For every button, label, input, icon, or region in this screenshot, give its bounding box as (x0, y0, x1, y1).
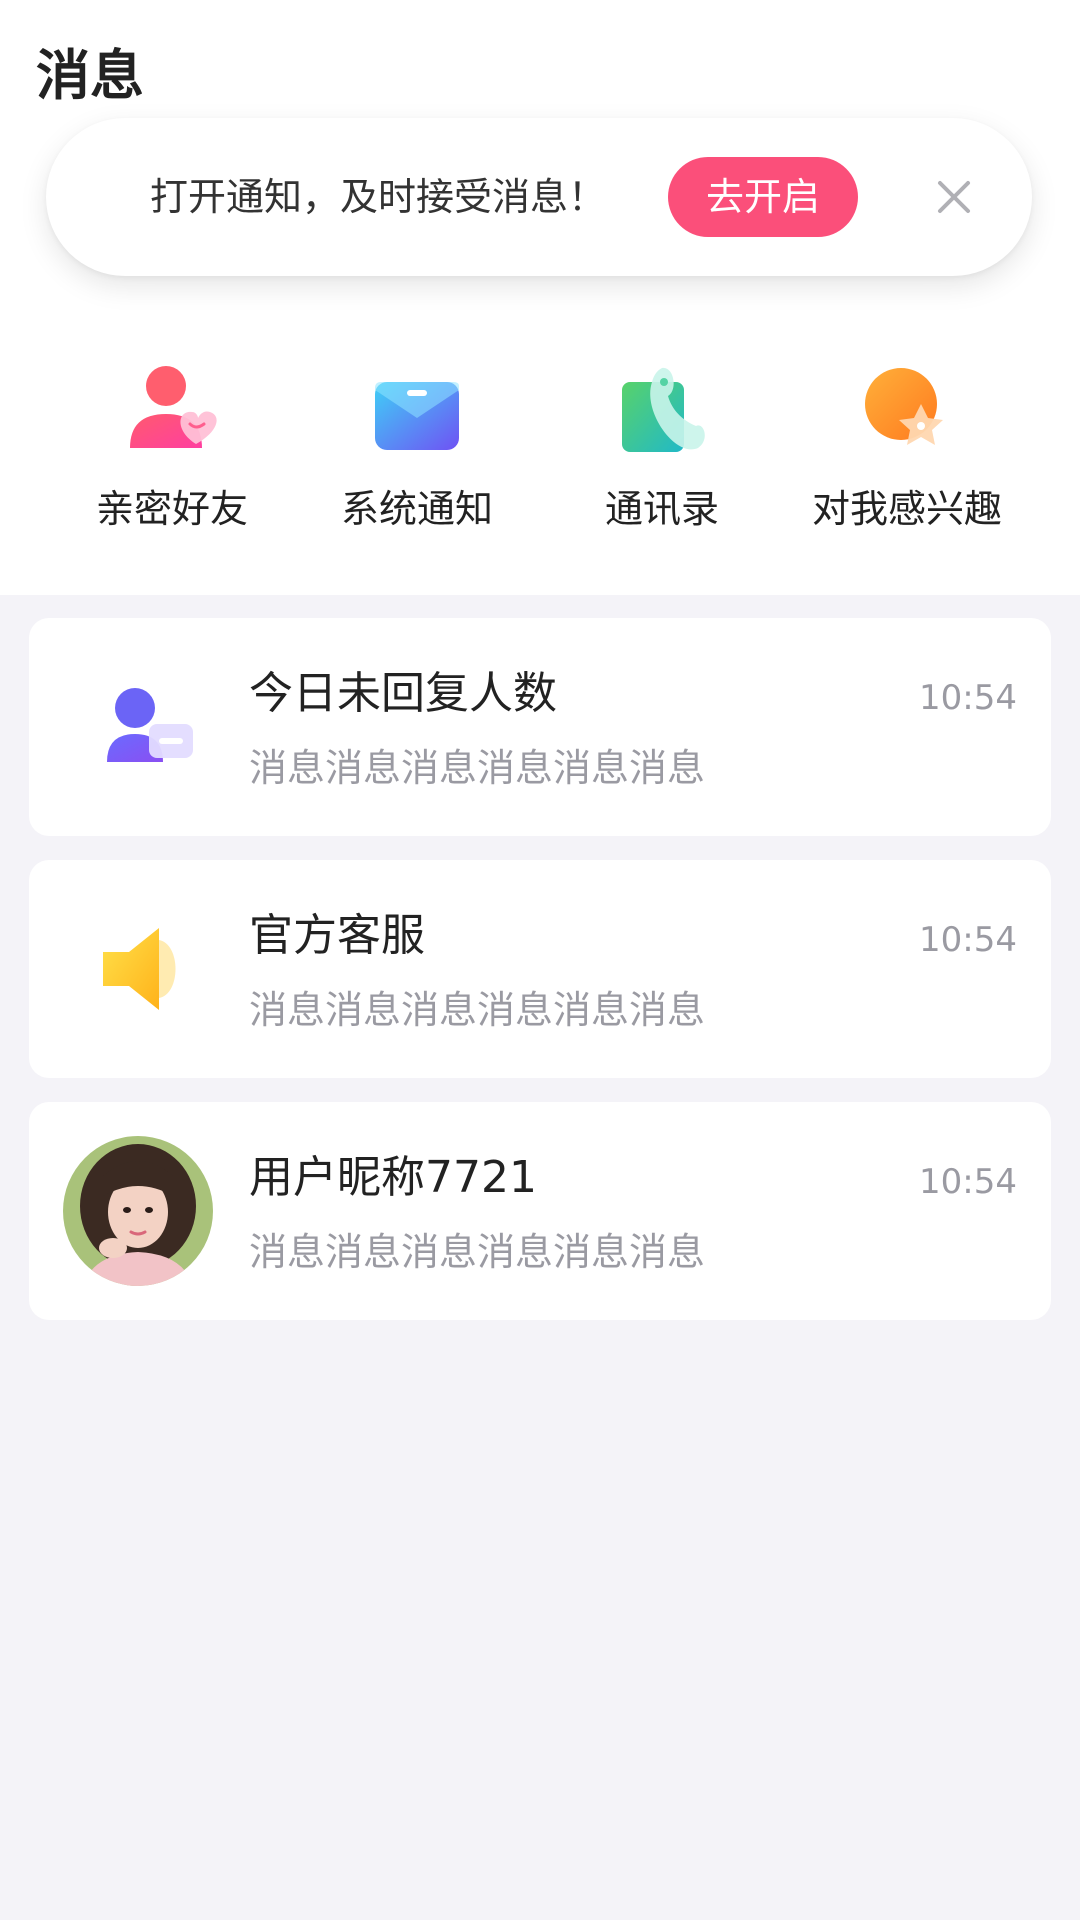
page-title: 消息 (36, 44, 144, 107)
star-interest-icon (857, 360, 957, 460)
list-item[interactable]: 官方客服 消息消息消息消息消息消息 10:54 (29, 860, 1051, 1078)
shortcut-system-notification[interactable]: 系统通知 (282, 360, 552, 560)
conversation-name: 官方客服 (249, 910, 425, 961)
shortcut-grid: 亲密好友 系统通知 通讯录 对我感兴趣 (0, 360, 1080, 560)
envelope-icon (367, 360, 467, 460)
conversation-preview: 消息消息消息消息消息消息 (249, 1230, 706, 1274)
shortcut-contacts[interactable]: 通讯录 (527, 360, 797, 560)
user-chat-icon (63, 652, 213, 802)
conversation-preview: 消息消息消息消息消息消息 (249, 988, 706, 1032)
notification-banner-text: 打开通知，及时接受消息！ (150, 175, 607, 219)
list-item[interactable]: 用户昵称7721 消息消息消息消息消息消息 10:54 (29, 1102, 1051, 1320)
conversation-name: 今日未回复人数 (249, 668, 557, 719)
shortcut-label: 亲密好友 (95, 487, 248, 531)
shortcut-label: 对我感兴趣 (811, 487, 1002, 531)
shortcut-intimate-friends[interactable]: 亲密好友 (37, 360, 307, 560)
shortcut-interested-in-me[interactable]: 对我感兴趣 (772, 360, 1042, 560)
speaker-icon (63, 894, 213, 1044)
shortcut-label: 通讯录 (604, 487, 719, 531)
contacts-phone-icon (612, 360, 712, 460)
conversation-time: 10:54 (919, 920, 1017, 960)
close-icon[interactable] (924, 167, 984, 227)
intimate-friends-icon (122, 360, 222, 460)
shortcut-label: 系统通知 (340, 487, 493, 531)
notification-banner: 打开通知，及时接受消息！ 去开启 (46, 118, 1032, 276)
enable-notifications-button[interactable]: 去开启 (668, 157, 858, 237)
conversation-time: 10:54 (919, 1162, 1017, 1202)
top-section: 消息 打开通知，及时接受消息！ 去开启 亲密好友 系统通知 通讯录 对我感兴趣 (0, 0, 1080, 595)
conversation-name: 用户昵称7721 (249, 1152, 537, 1203)
list-item[interactable]: 今日未回复人数 消息消息消息消息消息消息 10:54 (29, 618, 1051, 836)
conversation-time: 10:54 (919, 678, 1017, 718)
user-avatar[interactable] (63, 1136, 213, 1286)
conversation-preview: 消息消息消息消息消息消息 (249, 746, 706, 790)
